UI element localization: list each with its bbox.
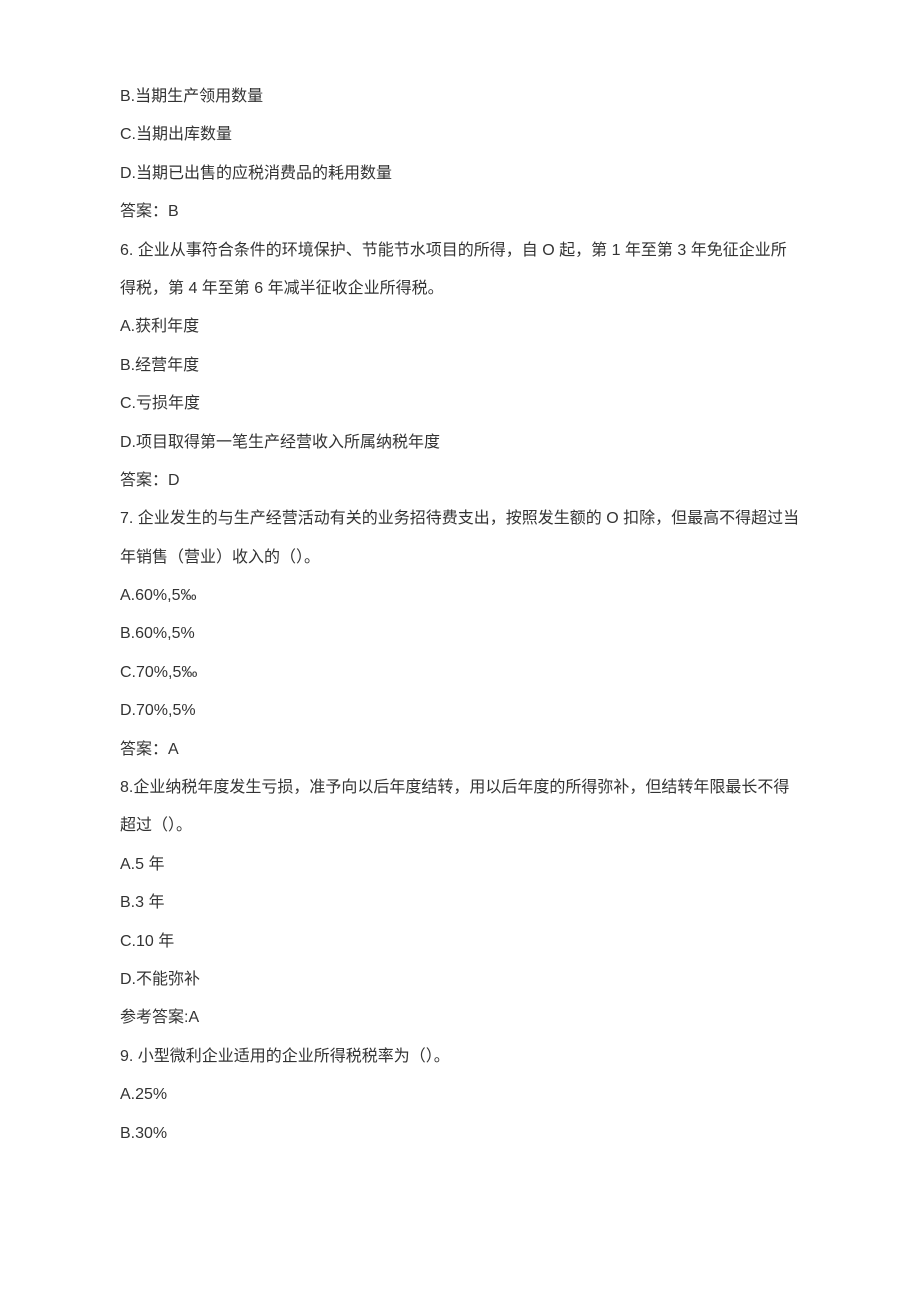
option-d: D.当期已出售的应税消费品的耗用数量 bbox=[120, 155, 800, 193]
answer: 答案：A bbox=[120, 731, 800, 769]
question-8: 8.企业纳税年度发生亏损，准予向以后年度结转，用以后年度的所得弥补，但结转年限最… bbox=[120, 769, 800, 846]
option-d: D.70%,5% bbox=[120, 692, 800, 730]
option-b: B.30% bbox=[120, 1115, 800, 1153]
question-6: 6. 企业从事符合条件的环境保护、节能节水项目的所得，自 O 起，第 1 年至第… bbox=[120, 232, 800, 309]
option-a: A.60%,5‰ bbox=[120, 577, 800, 615]
option-c: C.亏损年度 bbox=[120, 385, 800, 423]
question-7: 7. 企业发生的与生产经营活动有关的业务招待费支出，按照发生额的 O 扣除，但最… bbox=[120, 500, 800, 577]
option-b: B.3 年 bbox=[120, 884, 800, 922]
document-page: B.当期生产领用数量 C.当期出库数量 D.当期已出售的应税消费品的耗用数量 答… bbox=[0, 0, 920, 1213]
option-b: B.60%,5% bbox=[120, 615, 800, 653]
option-b: B.当期生产领用数量 bbox=[120, 78, 800, 116]
option-c: C.70%,5‰ bbox=[120, 654, 800, 692]
option-a: A.25% bbox=[120, 1076, 800, 1114]
answer: 答案：B bbox=[120, 193, 800, 231]
answer: 答案：D bbox=[120, 462, 800, 500]
question-9: 9. 小型微利企业适用的企业所得税税率为（）。 bbox=[120, 1038, 800, 1076]
option-c: C.10 年 bbox=[120, 923, 800, 961]
option-d: D.项目取得第一笔生产经营收入所属纳税年度 bbox=[120, 424, 800, 462]
option-a: A.获利年度 bbox=[120, 308, 800, 346]
answer: 参考答案:A bbox=[120, 999, 800, 1037]
option-c: C.当期出库数量 bbox=[120, 116, 800, 154]
option-b: B.经营年度 bbox=[120, 347, 800, 385]
option-a: A.5 年 bbox=[120, 846, 800, 884]
option-d: D.不能弥补 bbox=[120, 961, 800, 999]
